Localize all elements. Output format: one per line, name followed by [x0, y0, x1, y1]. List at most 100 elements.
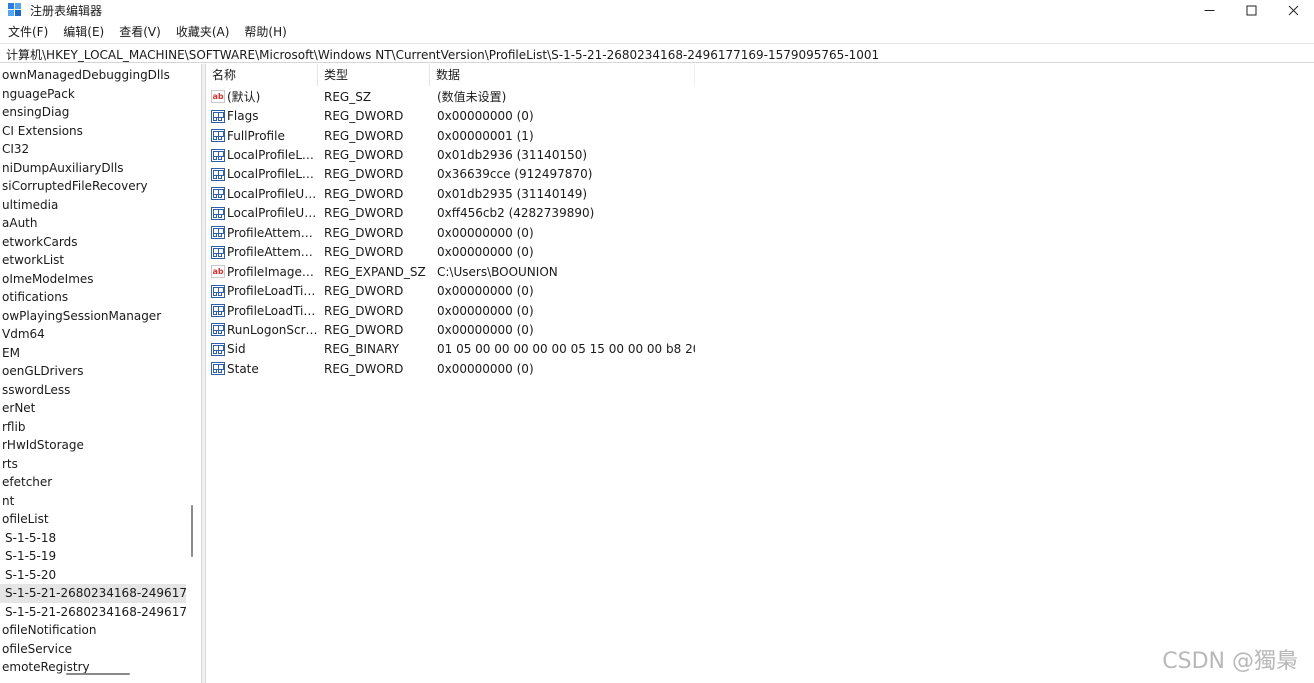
- value-row[interactable]: LocalProfileUnl... REG_DWORD 0x01db2935 (3…: [206, 184, 695, 203]
- value-row[interactable]: LocalProfileLo... REG_DWORD 0x01db2936 (31…: [206, 145, 695, 164]
- tree-item[interactable]: aAuth: [0, 214, 186, 233]
- value-row[interactable]: ProfileAttempt... REG_DWORD 0x00000000 (0): [206, 243, 695, 262]
- value-row[interactable]: LocalProfileLo... REG_DWORD 0x36639cce (91…: [206, 165, 695, 184]
- tree-item[interactable]: nguagePack: [0, 85, 186, 104]
- address-path[interactable]: 计算机\HKEY_LOCAL_MACHINE\SOFTWARE\Microsof…: [6, 46, 879, 63]
- value-name-cell[interactable]: ProfileLoadTim...: [206, 284, 318, 298]
- value-row[interactable]: State REG_DWORD 0x00000000 (0): [206, 359, 695, 378]
- tree-item[interactable]: ofileService: [0, 640, 186, 659]
- value-name-cell[interactable]: ProfileAttempt...: [206, 245, 318, 259]
- tree-item[interactable]: S-1-5-20: [0, 566, 186, 585]
- tree-item[interactable]: S-1-5-21-2680234168-249617716: [0, 584, 186, 603]
- value-row[interactable]: ab (默认) REG_SZ (数值未设置): [206, 87, 695, 106]
- binary-value-icon: [211, 206, 225, 220]
- value-name-cell[interactable]: Sid: [206, 342, 318, 356]
- tree-item[interactable]: etworkList: [0, 251, 186, 270]
- value-name-cell[interactable]: Flags: [206, 109, 318, 123]
- value-row[interactable]: ProfileLoadTim... REG_DWORD 0x00000000 (0): [206, 301, 695, 320]
- tree-item[interactable]: CI Extensions: [0, 122, 186, 141]
- value-row[interactable]: RunLogonScri... REG_DWORD 0x00000000 (0): [206, 320, 695, 339]
- column-header-data[interactable]: 数据: [430, 64, 695, 86]
- value-name-cell[interactable]: State: [206, 362, 318, 376]
- close-button[interactable]: [1272, 0, 1314, 20]
- value-data: 01 05 00 00 00 00 00 05 15 00 00 00 b8 2…: [437, 342, 695, 357]
- value-name: ProfileAttempt...: [227, 225, 318, 240]
- tree-item[interactable]: otifications: [0, 288, 186, 307]
- value-type: REG_DWORD: [324, 206, 404, 221]
- value-name: LocalProfileUnl...: [227, 206, 318, 221]
- tree-item[interactable]: CI32: [0, 140, 186, 159]
- menu-edit[interactable]: 编辑(E): [55, 22, 111, 42]
- tree-item[interactable]: S-1-5-19: [0, 547, 186, 566]
- tree-item[interactable]: ofileList: [0, 510, 186, 529]
- value-data: 0x00000000 (0): [437, 284, 534, 299]
- minimize-button[interactable]: [1188, 0, 1230, 20]
- value-name-cell[interactable]: ProfileAttempt...: [206, 226, 318, 240]
- address-bar[interactable]: 计算机\HKEY_LOCAL_MACHINE\SOFTWARE\Microsof…: [0, 43, 1314, 63]
- tree-item[interactable]: etworkCards: [0, 233, 186, 252]
- value-data: 0x00000000 (0): [437, 245, 534, 260]
- column-header-name[interactable]: 名称: [206, 64, 318, 86]
- value-name-cell[interactable]: RunLogonScri...: [206, 323, 318, 337]
- value-row[interactable]: LocalProfileUnl... REG_DWORD 0xff456cb2 (4…: [206, 204, 695, 223]
- tree-item[interactable]: S-1-5-21-2680234168-249617716: [0, 603, 186, 622]
- value-row[interactable]: ProfileAttempt... REG_DWORD 0x00000000 (0): [206, 223, 695, 242]
- value-type: REG_DWORD: [324, 322, 404, 337]
- tree-item[interactable]: oImeModeImes: [0, 270, 186, 289]
- binary-value-icon: [211, 226, 225, 240]
- tree-item[interactable]: niDumpAuxiliaryDlls: [0, 159, 186, 178]
- value-name-cell[interactable]: ab ProfileImageP...: [206, 265, 318, 279]
- value-name-cell[interactable]: LocalProfileUnl...: [206, 206, 318, 220]
- tree-item[interactable]: EM: [0, 344, 186, 363]
- value-row[interactable]: ab ProfileImageP... REG_EXPAND_SZ C:\Users\…: [206, 262, 695, 281]
- value-type: REG_DWORD: [324, 148, 404, 163]
- tree-item[interactable]: rts: [0, 455, 186, 474]
- value-name-cell[interactable]: LocalProfileLo...: [206, 167, 318, 181]
- menu-file[interactable]: 文件(F): [0, 22, 55, 42]
- binary-value-icon: [211, 342, 225, 356]
- value-name-cell[interactable]: ab (默认): [206, 88, 318, 105]
- column-headers: 名称 类型 数据: [206, 64, 695, 86]
- maximize-icon: [1246, 5, 1256, 15]
- value-name-cell[interactable]: LocalProfileLo...: [206, 148, 318, 162]
- tree-vertical-scroll-thumb[interactable]: [191, 505, 193, 557]
- tree-item[interactable]: rflib: [0, 418, 186, 437]
- value-row[interactable]: Sid REG_BINARY 01 05 00 00 00 00 00 05 15 …: [206, 340, 695, 359]
- value-name-cell[interactable]: ProfileLoadTim...: [206, 304, 318, 318]
- tree-item[interactable]: Vdm64: [0, 325, 186, 344]
- tree-item[interactable]: rHwIdStorage: [0, 436, 186, 455]
- value-row[interactable]: Flags REG_DWORD 0x00000000 (0): [206, 106, 695, 125]
- value-name-cell[interactable]: LocalProfileUnl...: [206, 187, 318, 201]
- tree-item[interactable]: sswordLess: [0, 381, 186, 400]
- value-list: ab (默认) REG_SZ (数值未设置) Flags REG_DWORD 0x00000…: [206, 87, 695, 379]
- tree-item[interactable]: ofileNotification: [0, 621, 186, 640]
- value-type: REG_SZ: [324, 89, 372, 104]
- value-type: REG_DWORD: [324, 128, 404, 143]
- tree-item[interactable]: siCorruptedFileRecovery: [0, 177, 186, 196]
- tree-item[interactable]: ownManagedDebuggingDlls: [0, 66, 186, 85]
- tree-item[interactable]: ensingDiag: [0, 103, 186, 122]
- tree-item[interactable]: erNet: [0, 399, 186, 418]
- column-header-type[interactable]: 类型: [318, 64, 430, 86]
- tree-horizontal-scroll-thumb[interactable]: [66, 673, 130, 675]
- menu-help[interactable]: 帮助(H): [236, 22, 293, 42]
- binary-value-icon: [211, 323, 225, 337]
- key-tree-pane: ownManagedDebuggingDlls nguagePack ensingD…: [0, 64, 202, 683]
- value-name-cell[interactable]: FullProfile: [206, 129, 318, 143]
- value-row[interactable]: FullProfile REG_DWORD 0x00000001 (1): [206, 126, 695, 145]
- tree-item[interactable]: owPlayingSessionManager: [0, 307, 186, 326]
- value-data: 0x00000000 (0): [437, 322, 534, 337]
- tree-item[interactable]: ultimedia: [0, 196, 186, 215]
- value-data: 0x01db2936 (31140150): [437, 148, 588, 163]
- binary-value-icon: [211, 284, 225, 298]
- tree-item[interactable]: nt: [0, 492, 186, 511]
- tree-vertical-scrollbar[interactable]: [186, 64, 198, 683]
- menu-view[interactable]: 查看(V): [111, 22, 168, 42]
- tree-item[interactable]: S-1-5-18: [0, 529, 186, 548]
- tree-item[interactable]: efetcher: [0, 473, 186, 492]
- maximize-button[interactable]: [1230, 0, 1272, 20]
- value-row[interactable]: ProfileLoadTim... REG_DWORD 0x00000000 (0): [206, 281, 695, 300]
- value-data: 0x01db2935 (31140149): [437, 186, 588, 201]
- menu-favorites[interactable]: 收藏夹(A): [168, 22, 237, 42]
- tree-item[interactable]: oenGLDrivers: [0, 362, 186, 381]
